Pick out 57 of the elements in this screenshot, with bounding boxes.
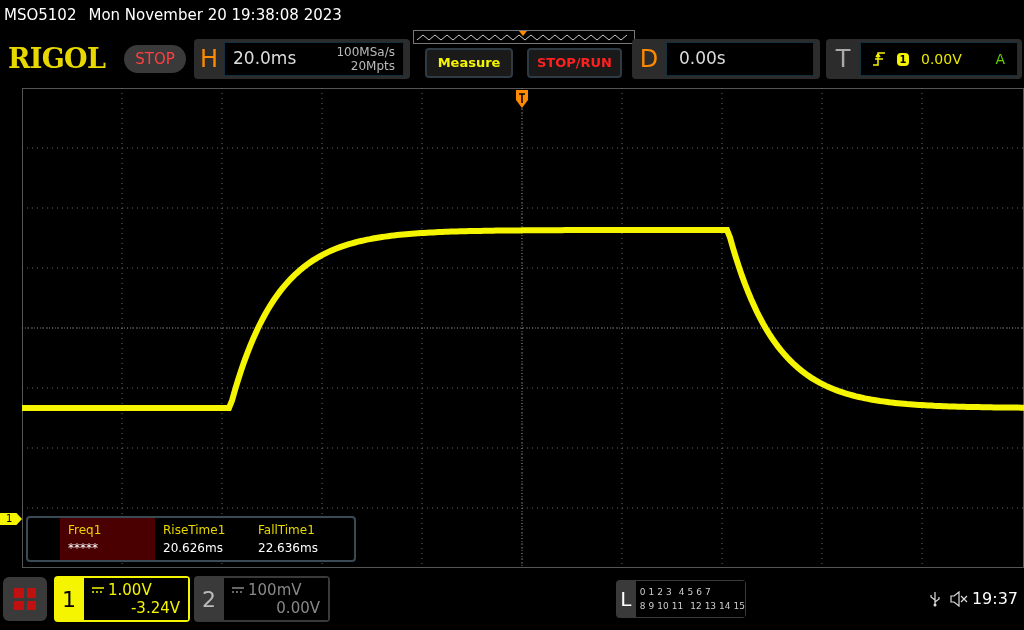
sample-rate: 100MSa/s [336, 45, 395, 59]
delay-label: D [638, 44, 660, 75]
channel-scale: 100mV [248, 581, 302, 599]
memory-depth: 20Mpts [350, 59, 395, 73]
horizontal-panel[interactable]: H 20.0ms 100MSa/s 20Mpts [194, 39, 410, 79]
channel-offset: 0.00V [276, 599, 320, 617]
logic-channel-number: 6 [696, 586, 702, 599]
logic-channel-number: 5 [687, 586, 694, 599]
logic-channel-number: 12 [690, 600, 702, 613]
measurement-item[interactable]: Freq1 ***** [60, 518, 155, 560]
rising-edge-icon [873, 52, 885, 66]
horizontal-label: H [198, 44, 219, 75]
logic-channel-number: 15 [733, 600, 745, 613]
channel-offset: -3.24V [130, 599, 180, 617]
channel-marker: 1 [0, 513, 22, 525]
stop-run-button[interactable]: STOP/RUN [527, 48, 622, 78]
logic-channel-number: 4 [678, 586, 685, 599]
timebase-value: 20.0ms [233, 47, 297, 71]
trigger-position-icon [516, 90, 528, 108]
menu-button[interactable] [3, 577, 47, 621]
channel-panel[interactable]: 2 100mV 0.00V [194, 576, 330, 622]
logic-label: L [619, 586, 633, 613]
logic-channel-number: 1 [648, 586, 655, 599]
speaker-muted-icon [949, 591, 968, 607]
logic-channel-number: 10 [657, 600, 669, 613]
logic-channel-number: 2 [657, 586, 663, 599]
dc-coupling-icon [92, 587, 104, 593]
channel-scale: 1.00V [108, 581, 152, 599]
dc-coupling-icon [232, 587, 244, 593]
logic-channel-number: 13 [704, 600, 717, 613]
trigger-panel[interactable]: T 1 0.00V A [826, 39, 1022, 79]
date-time: Mon November 20 19:38:08 2023 [88, 4, 342, 26]
measurement-item[interactable]: FallTime1 22.636ms [250, 518, 345, 560]
delay-value: 0.00s [679, 47, 726, 71]
logic-channel-number: 8 [639, 600, 646, 613]
delay-panel[interactable]: D 0.00s [632, 39, 820, 79]
model-name: MSO5102 [4, 4, 77, 26]
channel-number: 1 [61, 585, 77, 614]
trigger-source-badge: 1 [897, 52, 909, 66]
logic-channel-number: 9 [648, 600, 655, 613]
measurement-item[interactable]: RiseTime1 20.626ms [155, 518, 250, 560]
measure-button[interactable]: Measure [425, 48, 513, 78]
trigger-level: 0.00V [921, 49, 962, 69]
clock-time: 19:37 [971, 588, 1018, 610]
logic-channel-number: 3 [666, 586, 672, 599]
trigger-mode: A [995, 49, 1005, 69]
logic-channel-number: 7 [704, 586, 711, 599]
brand-logo: RIGOL [8, 41, 107, 76]
usb-icon [929, 591, 940, 607]
logic-channel-number: 11 [671, 600, 684, 613]
channel-number: 2 [201, 585, 217, 614]
channel-panel[interactable]: 1 1.00V -3.24V [54, 576, 190, 622]
run-state-badge: STOP [124, 45, 186, 73]
logic-panel[interactable]: L 0 1 2 3 4 5 6 7 8 9 10 11 12 13 14 15 [616, 580, 746, 618]
logic-channel-number: 0 [639, 586, 646, 599]
trigger-label: T [834, 44, 852, 75]
logic-channel-number: 14 [719, 600, 731, 613]
